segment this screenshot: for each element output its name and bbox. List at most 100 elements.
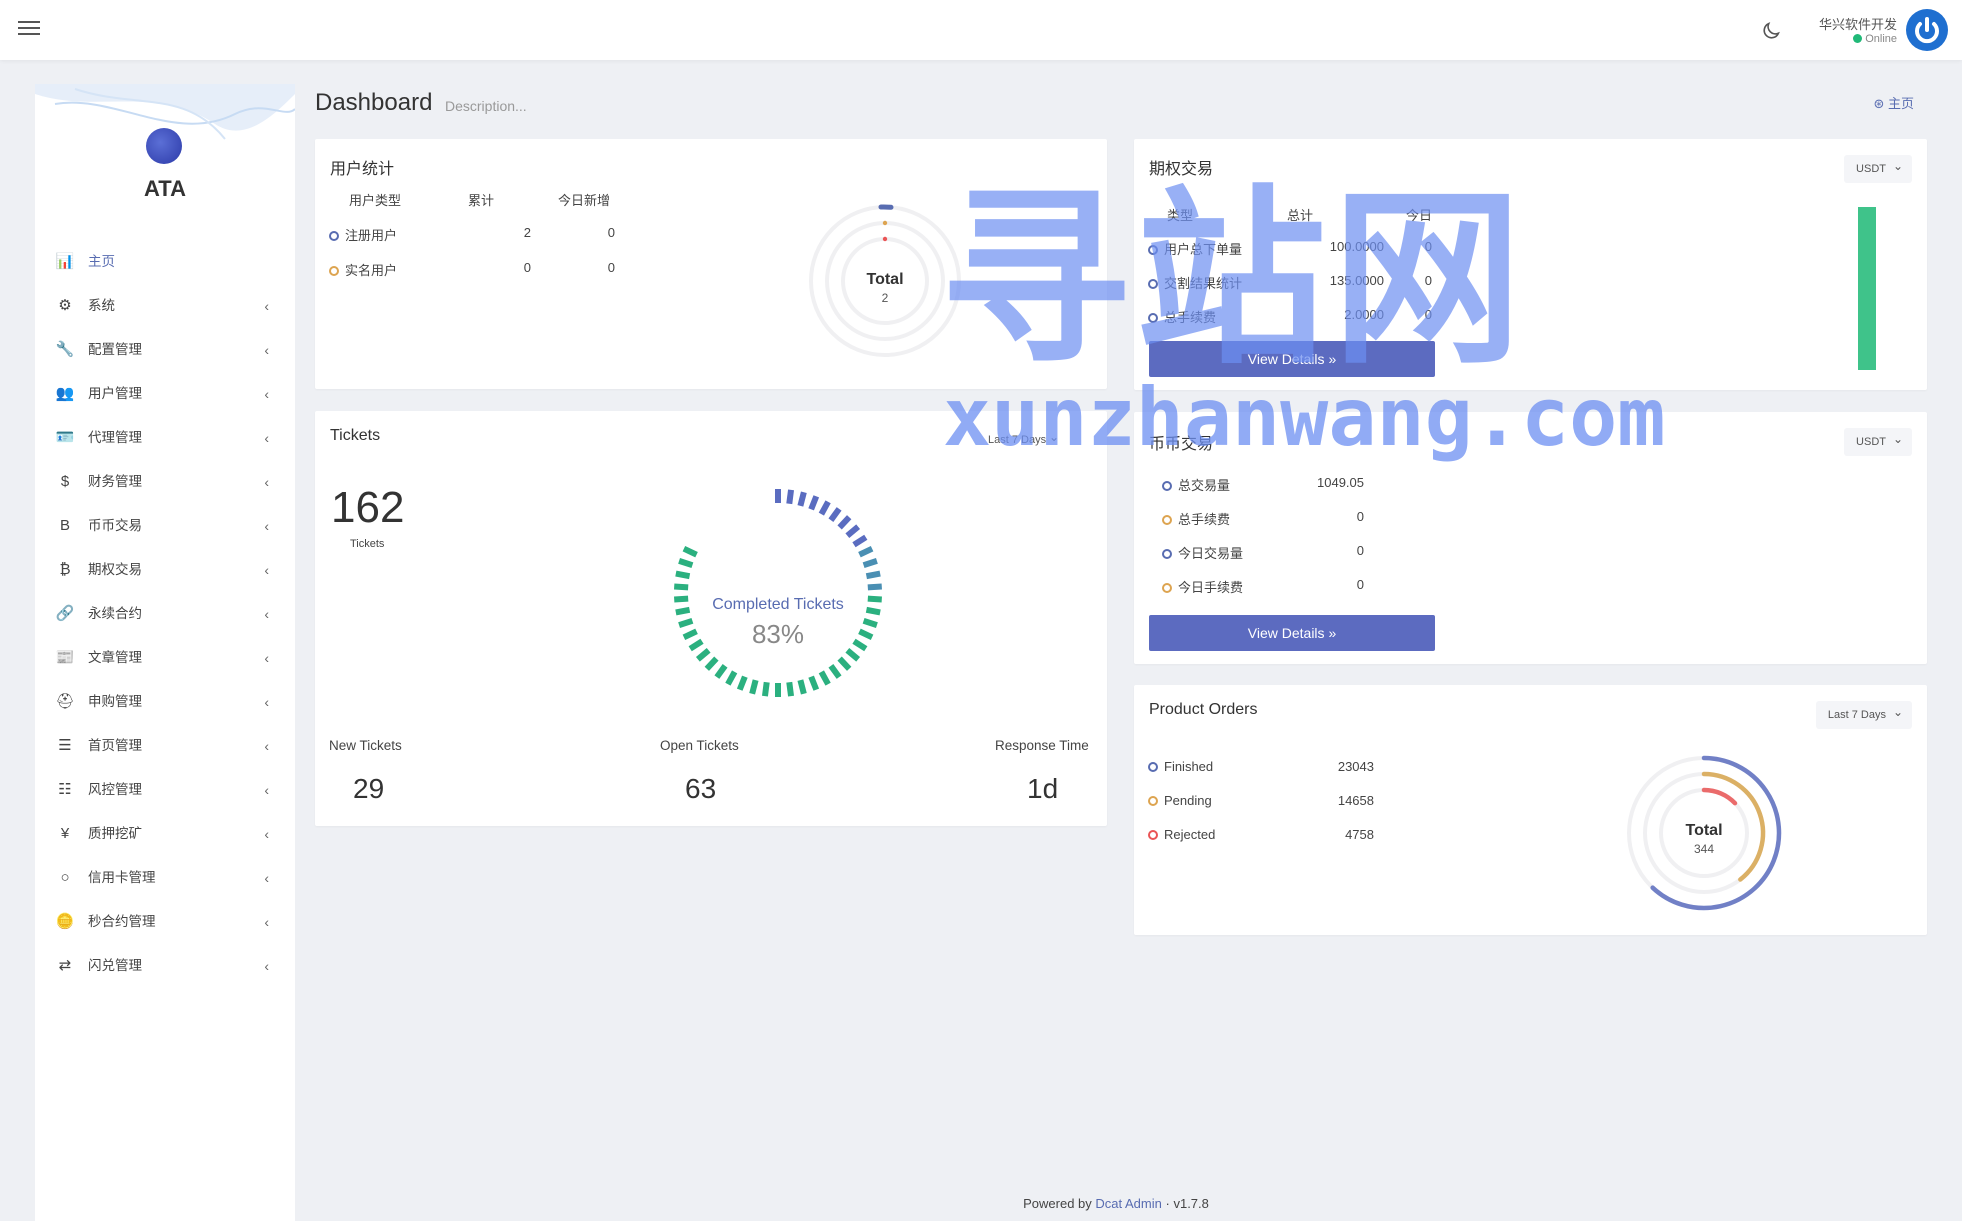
legend-marker-icon [1148,313,1158,323]
col-header: 总计 [1287,208,1314,223]
col-header: 今日 [1406,208,1433,223]
user-status: Online [1853,33,1897,45]
sidebar-item[interactable]: 🔧 配置管理 ‹ [35,328,295,372]
card-title: Product Orders [1149,701,1258,718]
sidebar-item-label: 主页 [88,254,115,269]
gauge-tick [837,515,852,530]
options-trade-card: 期权交易 USDT 类型 总计 今日 用户总下单量 100.0000 0 交割结… [1134,139,1927,390]
sidebar-item[interactable]: ☷ 风控管理 ‹ [35,768,295,812]
users-icon: 👥 [55,385,75,402]
gauge-tick [818,500,831,516]
user-radial-chart: Total 2 [809,204,961,357]
sidebar-item[interactable]: ⛑ 申购管理 ‹ [35,680,295,724]
range-select[interactable]: Last 7 Days [1815,698,1912,729]
sidebar-menu: 📊 主页 ⚙ 系统 ‹ 🔧 配置管理 ‹ 👥 用户管理 ‹ 🪪 代理管理 ‹ $ 财务管理 ‹ B 币币交易 ‹ ₿ 期权… [35,240,295,988]
row-value: 23043 [1337,759,1374,774]
view-details-button[interactable]: View Details » [1149,615,1435,651]
card-title: 币币交易 [1149,436,1214,453]
sidebar-item[interactable]: ⚙ 系统 ‹ [35,284,295,328]
tickets-count-label: Tickets [350,538,385,550]
sidebar-item[interactable]: 🪪 代理管理 ‹ [35,416,295,460]
col-header: 累计 [468,193,495,208]
sidebar-item[interactable]: ₿ 期权交易 ‹ [35,548,295,592]
sidebar-item[interactable]: 📊 主页 [35,240,295,284]
row-type: 注册用户 [345,228,398,243]
row-today: 0 [607,225,615,240]
sidebar-item[interactable]: ⇄ 闪兑管理 ‹ [35,944,295,988]
row-type: 总手续费 [1164,310,1217,325]
currency-select[interactable]: USDT [1844,425,1912,456]
row-label: 今日交易量 [1178,546,1244,561]
sidebar-item-label: 信用卡管理 [88,870,156,885]
gauge-tick [862,617,878,628]
footer-prefix: Powered by [1023,1196,1092,1211]
sidebar-item-label: 永续合约 [88,606,142,621]
table-row-label: 实名用户 [329,260,397,279]
gauge-tick [682,628,698,640]
gauge-tick [714,664,728,679]
row-label: 今日手续费 [1178,580,1244,595]
dark-mode-moon-icon[interactable] [1760,20,1782,42]
gauge-tick [797,491,807,507]
completed-tickets-gauge: Completed Tickets 83% [674,489,882,697]
row-label: 总手续费 [1178,512,1231,527]
sidebar-item[interactable]: 🪙 秒合约管理 ‹ [35,900,295,944]
view-details-button[interactable]: View Details » [1149,341,1435,377]
row-label: Finished [1164,759,1214,774]
footer-separator: · [1165,1196,1170,1211]
gauge-tick [675,570,691,580]
chevron-left-icon: ‹ [264,606,269,622]
list-item: Rejected [1148,827,1215,842]
sidebar-item[interactable]: 🔗 永续合约 ‹ [35,592,295,636]
list-item: Finished [1148,759,1213,774]
row-total: 0 [523,260,531,275]
sidebar-item[interactable]: B 币币交易 ‹ [35,504,295,548]
legend-marker-icon [329,231,339,241]
row-label: 总交易量 [1178,478,1231,493]
gauge-tick [862,558,878,569]
circle-icon: ○ [60,869,70,886]
row-today: 0 [1424,239,1432,254]
list-item: 总手续费 [1162,509,1230,528]
sidebar-item-label: 代理管理 [88,430,142,445]
avatar[interactable] [1906,9,1948,51]
brand-logo[interactable] [146,128,182,164]
lifebuoy-icon: ⛑ [55,693,75,710]
user-name[interactable]: 华兴软件开发 [1819,14,1897,33]
breadcrumb-home[interactable]: 主页 [1888,96,1914,111]
legend-marker-icon [1162,583,1172,593]
sidebar-item[interactable]: 👥 用户管理 ‹ [35,372,295,416]
new-tickets-label: New Tickets [329,738,402,753]
gauge-tick [808,675,820,691]
sidebar-item-label: 秒合约管理 [88,914,156,929]
sidebar-item-label: 配置管理 [88,342,142,357]
double-chevron-right-icon: » [1328,625,1337,641]
gauge-tick [865,606,881,616]
chevron-left-icon: ‹ [264,562,269,578]
legend-marker-icon [1148,830,1158,840]
sidebar-item[interactable]: ☰ 首页管理 ‹ [35,724,295,768]
sidebar-item[interactable]: ○ 信用卡管理 ‹ [35,856,295,900]
card-title: 用户统计 [330,161,395,178]
sidebar-item[interactable]: 📰 文章管理 ‹ [35,636,295,680]
chevron-left-icon: ‹ [264,430,269,446]
chart-arc-rejected [1701,787,1738,806]
sidebar-item[interactable]: $ 财务管理 ‹ [35,460,295,504]
gauge-tick [852,638,868,652]
gauge-tick [675,606,691,616]
row-type: 交割结果统计 [1164,276,1243,291]
bitcoin-b-icon: B [59,517,70,534]
wrench-icon: 🔧 [55,341,75,358]
list-ul-icon: ☷ [58,781,72,798]
sidebar-item-label: 闪兑管理 [88,958,142,973]
currency-select[interactable]: USDT [1844,152,1912,183]
sidebar-item[interactable]: ¥ 质押挖矿 ‹ [35,812,295,856]
breadcrumb[interactable]: ⊛ 主页 [1873,93,1914,112]
menu-toggle-icon[interactable] [18,18,40,36]
coin-trade-card: 币币交易 USDT 总交易量 1049.05 总手续费 0 今日交易量 0 今日手续费 0 V… [1134,412,1927,664]
chevron-left-icon: ‹ [264,958,269,974]
range-select[interactable]: Last 7 Days [988,423,1068,454]
gauge-tick [725,670,738,686]
footer-link[interactable]: Dcat Admin [1095,1196,1161,1211]
gauge-tick [865,570,881,580]
